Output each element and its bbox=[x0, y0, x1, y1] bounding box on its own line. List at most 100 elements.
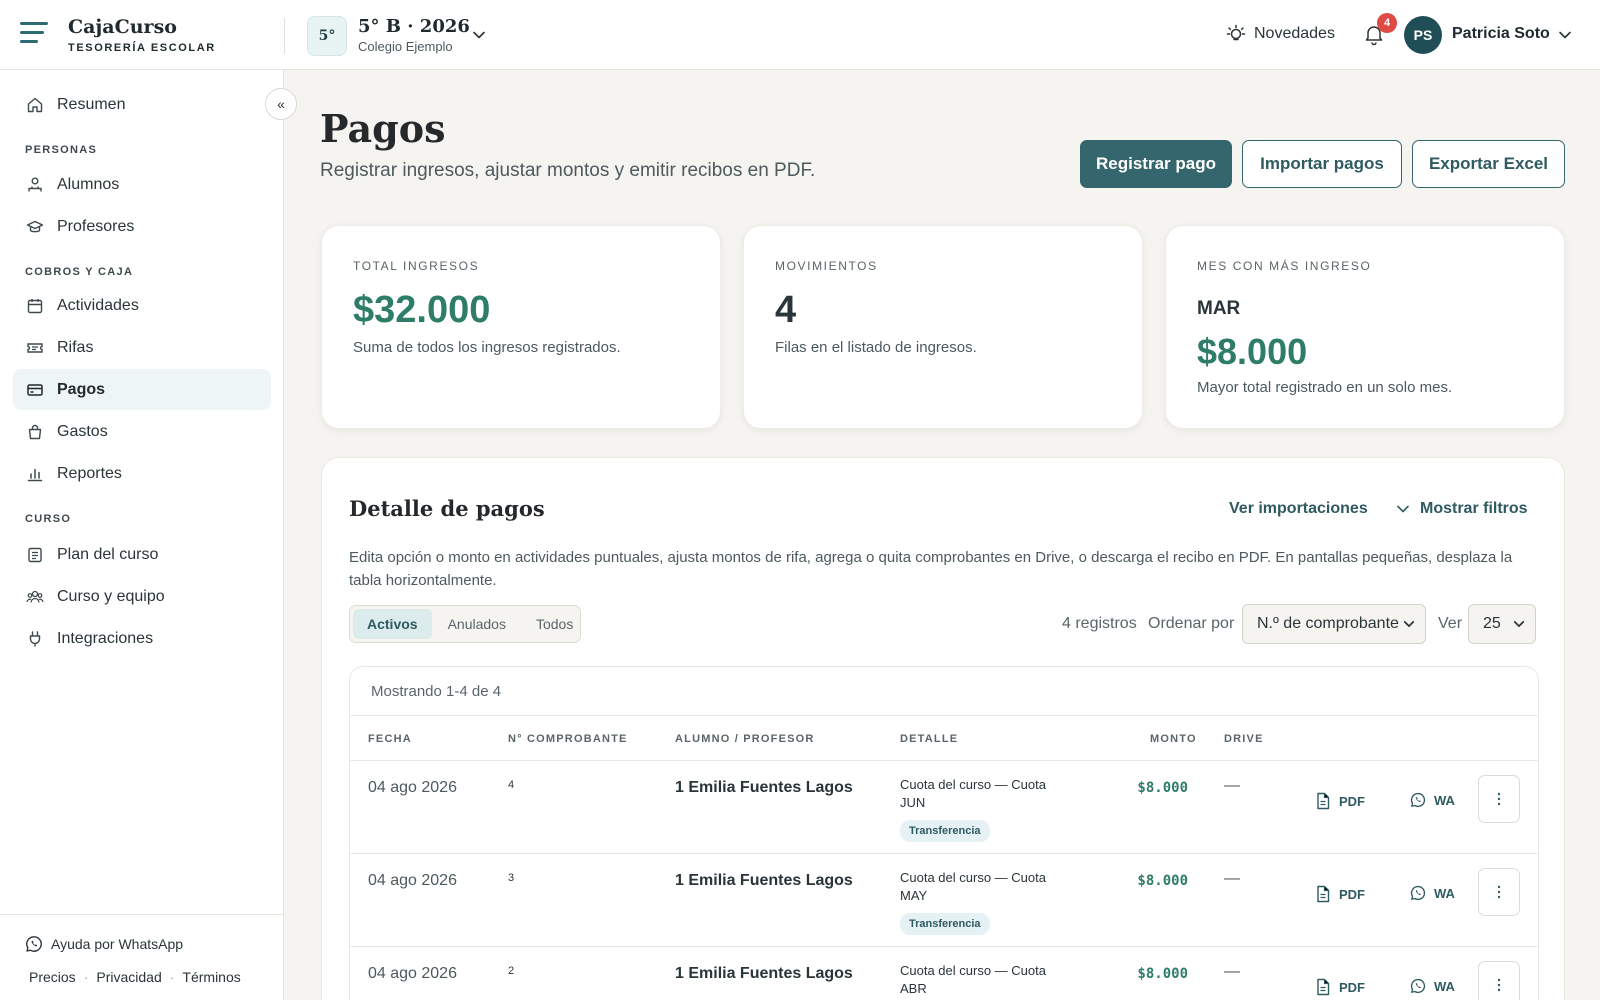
import-payments-button[interactable]: Importar pagos bbox=[1242, 140, 1402, 188]
brand-logo[interactable]: CajaCurso TESORERÍA ESCOLAR bbox=[68, 16, 216, 54]
pdf-receipt-button[interactable]: PDF bbox=[1315, 885, 1365, 903]
column-header[interactable]: ALUMNO / PROFESOR bbox=[675, 733, 815, 745]
document-icon bbox=[28, 547, 42, 562]
whatsapp-send-button[interactable]: WA bbox=[1410, 885, 1455, 901]
sidebar-item-integraciones[interactable]: Integraciones bbox=[13, 618, 271, 659]
chevron-down-icon bbox=[1397, 505, 1409, 513]
sidebar-item-reportes[interactable]: Reportes bbox=[13, 453, 271, 494]
stat-card-movements: MOVIMIENTOS 4 Filas en el listado de ing… bbox=[743, 225, 1143, 429]
shopping-bag-icon bbox=[28, 424, 42, 439]
column-header[interactable]: N° COMPROBANTE bbox=[508, 733, 628, 745]
users-icon bbox=[26, 590, 44, 603]
section-cobros: COBROS Y CAJA bbox=[25, 266, 134, 278]
sidebar-item-label: Integraciones bbox=[57, 629, 154, 647]
footer-link-prices[interactable]: Precios bbox=[29, 969, 76, 985]
sidebar-item-plan[interactable]: Plan del curso bbox=[13, 534, 271, 575]
show-filters-button[interactable]: Mostrar filtros bbox=[1396, 500, 1528, 518]
page-title: Pagos bbox=[320, 106, 446, 151]
page-size-value: 25 bbox=[1483, 615, 1501, 632]
tab-todos[interactable]: Todos bbox=[522, 609, 587, 639]
news-button[interactable]: Novedades bbox=[1226, 24, 1335, 44]
cell-drive[interactable]: — bbox=[1224, 963, 1240, 981]
stat-description: Filas en el listado de ingresos. bbox=[775, 339, 977, 356]
sidebar-item-label: Gastos bbox=[57, 422, 108, 440]
sidebar-item-alumnos[interactable]: Alumnos bbox=[13, 164, 271, 205]
stat-description: Suma de todos los ingresos registrados. bbox=[353, 339, 621, 356]
course-title[interactable]: 5° B · 2026 bbox=[358, 16, 470, 37]
cell-drive[interactable]: — bbox=[1224, 870, 1240, 888]
whatsapp-help-link[interactable]: Ayuda por WhatsApp bbox=[25, 935, 183, 953]
wa-label: WA bbox=[1434, 792, 1455, 808]
column-header[interactable]: FECHA bbox=[368, 733, 412, 745]
graduation-cap-icon bbox=[26, 220, 44, 232]
tab-activos[interactable]: Activos bbox=[353, 609, 432, 639]
bar-chart-icon bbox=[27, 468, 43, 481]
sidebar-item-gastos[interactable]: Gastos bbox=[13, 411, 271, 452]
page-size-select[interactable]: 25 bbox=[1468, 604, 1536, 644]
chevron-down-icon[interactable] bbox=[1558, 28, 1572, 42]
column-header[interactable]: MONTO bbox=[1150, 733, 1197, 745]
view-label: Ver bbox=[1438, 615, 1463, 632]
stat-label: MOVIMIENTOS bbox=[775, 259, 878, 273]
sidebar-item-pagos[interactable]: Pagos bbox=[13, 369, 271, 410]
wa-label: WA bbox=[1434, 978, 1455, 994]
stat-card-top-month: MES CON MÁS INGRESO MAR $8.000 Mayor tot… bbox=[1165, 225, 1565, 429]
pdf-receipt-button[interactable]: PDF bbox=[1315, 792, 1365, 810]
sidebar-item-actividades[interactable]: Actividades bbox=[13, 285, 271, 326]
course-badge[interactable]: 5° bbox=[307, 16, 347, 56]
footer-link-privacy[interactable]: Privacidad bbox=[96, 969, 161, 985]
footer-link-terms[interactable]: Términos bbox=[182, 969, 240, 985]
cell-date: 04 ago 2026 bbox=[368, 965, 457, 982]
detail-text: Cuota del curso — Cuota ABR bbox=[900, 963, 1046, 996]
view-imports-link[interactable]: Ver importaciones bbox=[1229, 500, 1368, 518]
cell-person[interactable]: 1 Emilia Fuentes Lagos bbox=[675, 965, 853, 983]
tab-anulados[interactable]: Anulados bbox=[434, 609, 520, 639]
cell-detail: Cuota del curso — Cuota JUN Transferenci… bbox=[900, 776, 1070, 842]
cell-amount[interactable]: $8.000 bbox=[1050, 966, 1188, 982]
sidebar-item-resumen[interactable]: Resumen bbox=[13, 84, 271, 125]
status-tabs: Activos Anulados Todos bbox=[349, 605, 581, 643]
avatar[interactable]: PS bbox=[1404, 16, 1442, 54]
section-personas: PERSONAS bbox=[25, 144, 98, 156]
notification-badge: 4 bbox=[1377, 13, 1397, 33]
divider bbox=[284, 18, 285, 54]
row-menu-button[interactable] bbox=[1478, 868, 1520, 916]
whatsapp-send-button[interactable]: WA bbox=[1410, 978, 1455, 994]
payments-table: Mostrando 1-4 de 4 FECHA N° COMPROBANTE … bbox=[349, 666, 1539, 1000]
stat-value: 4 bbox=[775, 289, 797, 331]
sidebar-item-rifas[interactable]: Rifas bbox=[13, 327, 271, 368]
user-name[interactable]: Patricia Soto bbox=[1452, 25, 1550, 43]
column-header[interactable]: DRIVE bbox=[1224, 733, 1264, 745]
sidebar-item-profesores[interactable]: Profesores bbox=[13, 206, 271, 247]
cell-amount[interactable]: $8.000 bbox=[1050, 873, 1188, 889]
showing-range: Mostrando 1-4 de 4 bbox=[371, 683, 502, 700]
collapse-sidebar-button[interactable]: « bbox=[265, 88, 297, 120]
export-excel-button[interactable]: Exportar Excel bbox=[1412, 140, 1565, 188]
page-subtitle: Registrar ingresos, ajustar montos y emi… bbox=[320, 160, 816, 181]
menu-icon[interactable] bbox=[20, 22, 48, 46]
separator: · bbox=[169, 969, 175, 985]
row-menu-button[interactable] bbox=[1478, 775, 1520, 823]
sidebar-item-label: Reportes bbox=[57, 464, 122, 482]
student-icon bbox=[28, 177, 42, 191]
whatsapp-send-button[interactable]: WA bbox=[1410, 792, 1455, 808]
more-vertical-icon bbox=[1497, 885, 1501, 899]
order-select-value: N.º de comprobante bbox=[1257, 615, 1399, 632]
chevron-down-icon[interactable] bbox=[472, 28, 486, 42]
file-icon bbox=[1317, 885, 1330, 903]
row-menu-button[interactable] bbox=[1478, 961, 1520, 1000]
cell-drive[interactable]: — bbox=[1224, 777, 1240, 795]
section-curso: CURSO bbox=[25, 513, 72, 525]
plug-icon bbox=[29, 630, 41, 647]
top-bar: CajaCurso TESORERÍA ESCOLAR 5° 5° B · 20… bbox=[0, 0, 1600, 70]
cell-person[interactable]: 1 Emilia Fuentes Lagos bbox=[675, 872, 853, 890]
more-vertical-icon bbox=[1497, 978, 1501, 992]
column-header[interactable]: DETALLE bbox=[900, 733, 958, 745]
register-payment-button[interactable]: Registrar pago bbox=[1080, 140, 1232, 188]
cell-amount[interactable]: $8.000 bbox=[1050, 780, 1188, 796]
order-select[interactable]: N.º de comprobante bbox=[1242, 604, 1426, 644]
brand-name: CajaCurso bbox=[68, 16, 177, 38]
cell-person[interactable]: 1 Emilia Fuentes Lagos bbox=[675, 779, 853, 797]
pdf-receipt-button[interactable]: PDF bbox=[1315, 978, 1365, 996]
sidebar-item-equipo[interactable]: Curso y equipo bbox=[13, 576, 271, 617]
